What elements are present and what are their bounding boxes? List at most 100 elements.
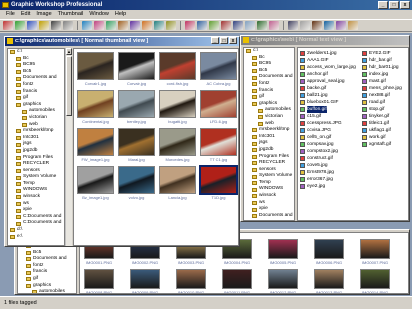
file-list-item[interactable]: next88.gif <box>362 92 402 99</box>
tree-node[interactable]: c:\ <box>244 48 294 55</box>
tree-node[interactable]: automobiles <box>18 289 76 293</box>
file-list-item[interactable]: anchor.gif <box>300 71 356 78</box>
tree-node[interactable]: automobiles <box>8 108 64 115</box>
menu-window[interactable]: Window <box>89 10 109 19</box>
file-list[interactable]: 2welders1.jpg AAA1.GIF access_wom_large.jp… <box>297 47 409 221</box>
tree-node[interactable]: mrsbeerkl/tmp <box>8 128 64 135</box>
file-list-item[interactable]: titleic1.gif <box>362 120 402 127</box>
thumbnail-item[interactable]: volvo.jpg <box>118 166 155 201</box>
tree-node[interactable]: Intc301 <box>244 134 294 141</box>
tree-node[interactable]: fontz <box>244 81 294 88</box>
file-list-item[interactable]: xgmtaft.gif <box>362 141 402 148</box>
tree-node[interactable]: gif <box>8 95 64 102</box>
scroll-up-arrow[interactable]: ▲ <box>66 48 72 55</box>
tree-node[interactable]: ws <box>244 200 294 207</box>
bottom-thumbnail-item[interactable]: IMG0010.PNG <box>176 269 206 293</box>
file-list-item[interactable]: construct.gif <box>300 155 356 162</box>
tree-node[interactable]: automobiles <box>244 107 294 114</box>
tree-scrollbar[interactable]: ▲ <box>65 48 72 246</box>
tree-node[interactable]: francis <box>18 269 76 276</box>
file-list-item[interactable]: ball21.jpg <box>300 92 356 99</box>
close-button[interactable]: x <box>400 1 410 9</box>
tree-node[interactable]: BC95 <box>244 61 294 68</box>
tree-node[interactable]: jpg2db <box>8 148 64 155</box>
file-list-item[interactable]: eye2.jpg <box>300 183 356 190</box>
toolbar-tool-icon[interactable] <box>257 21 267 30</box>
toolbar-tool-icon[interactable] <box>130 21 140 30</box>
tree-node[interactable]: xpie <box>244 206 294 213</box>
toolbar-tool-icon[interactable] <box>209 21 219 30</box>
tree-node[interactable]: winsock <box>8 194 64 201</box>
menu-edit[interactable]: Edit <box>21 10 30 19</box>
file-list-item[interactable]: road.gif <box>362 99 402 106</box>
toolbar-tool-icon[interactable] <box>348 21 358 30</box>
tree-node[interactable]: BC95 <box>8 62 64 69</box>
tree-node[interactable]: System Volume <box>8 174 64 181</box>
thumbnail-item[interactable]: Corvair.jpg <box>118 52 155 87</box>
tree-node[interactable]: mrsbeerkl/tmp <box>244 127 294 134</box>
toolbar-tool-icon[interactable] <box>118 21 128 30</box>
menu-file[interactable]: File <box>6 10 15 19</box>
file-list-item[interactable]: cove5.jpg <box>300 162 356 169</box>
bottom-thumbnail-item[interactable]: IMG0005.PNG <box>268 239 298 267</box>
tree-node[interactable]: Documents and <box>244 74 294 81</box>
file-list-item[interactable]: stop.gif <box>362 106 402 113</box>
minimize-button[interactable]: _ <box>378 1 388 9</box>
tree-node[interactable]: e:\ <box>8 234 64 241</box>
thumbnail-pane[interactable]: Corvair1.jpg Corvair.jpg cord-fish.jpg AC C… <box>73 48 239 246</box>
tree-node[interactable]: c:\ <box>8 49 64 56</box>
child-close-button[interactable]: x <box>229 37 237 44</box>
toolbar-tool-icon[interactable] <box>94 21 104 30</box>
tree-node[interactable]: francis <box>244 88 294 95</box>
bottom-thumbnail-item[interactable]: IMG0006.PNG <box>314 239 344 267</box>
tree-node[interactable]: winsock <box>244 193 294 200</box>
toolbar-tool-icon[interactable] <box>142 21 152 30</box>
thumbnail-item[interactable]: bugatti.jpg <box>159 90 196 125</box>
file-list-item[interactable]: ccesspress.JPG <box>300 120 356 127</box>
tree-node[interactable]: victorian <box>8 115 64 122</box>
thumbnail-item[interactable]: Marai.jpg <box>118 128 155 163</box>
file-list-item[interactable]: approval_seal.jpg <box>300 78 356 85</box>
tree-node[interactable]: Documents and <box>8 75 64 82</box>
file-list-item[interactable]: work.gif <box>362 134 402 141</box>
tree-node[interactable]: RECYCLER <box>244 160 294 167</box>
file-list-item[interactable]: mens_phne.jpg <box>362 85 402 92</box>
bottom-thumbnail-item[interactable]: IMG0014.PNG <box>360 269 390 293</box>
thumbnail-item[interactable]: bentley.jpg <box>118 90 155 125</box>
toolbar-tool-icon[interactable] <box>3 21 13 30</box>
thumbnail-item[interactable]: Bz_image1.jpg <box>77 166 114 201</box>
tree-node[interactable]: Documents and <box>18 256 76 263</box>
tree-node[interactable]: gif <box>244 94 294 101</box>
thumbnail-item[interactable]: T1D.jpg <box>199 165 238 201</box>
toolbar-tool-icon[interactable] <box>221 21 231 30</box>
file-list-item[interactable]: bluebox01.GIF <box>300 99 356 106</box>
tree-node[interactable]: fontz <box>8 82 64 89</box>
tree-node[interactable]: francis <box>8 89 64 96</box>
bottom-thumbnail-item[interactable]: IMG0013.PNG <box>314 269 344 293</box>
tree-node[interactable]: jsgs <box>8 141 64 148</box>
thumbnail-item[interactable]: cord-fish.jpg <box>159 52 196 87</box>
toolbar-tool-icon[interactable] <box>15 21 25 30</box>
toolbar-tool-icon[interactable] <box>185 21 195 30</box>
scroll-thumb[interactable] <box>66 56 72 116</box>
toolbar-tool-icon[interactable] <box>39 21 49 30</box>
toolbar-tool-icon[interactable] <box>269 21 279 30</box>
toolbar-tool-icon[interactable] <box>82 21 92 30</box>
file-list-item[interactable]: 2welders1.jpg <box>300 50 356 57</box>
file-list-item[interactable]: access_wom_large.jpg <box>300 64 356 71</box>
thumbnail-folder-tree[interactable]: c:\ Bc BC95 Bc5 Documents and fontz francis gif… <box>7 48 65 246</box>
thumbnail-view-window[interactable]: c:\graphics\automobiles\ [ Normal thumbn… <box>4 36 240 247</box>
toolbar-tool-icon[interactable] <box>106 21 116 30</box>
tree-node[interactable]: ws <box>8 201 64 208</box>
bottom-thumbnail-item[interactable]: IMG0008.PNG <box>84 269 114 293</box>
tree-node[interactable]: Documents and <box>244 213 294 220</box>
tree-node[interactable]: gif <box>18 276 76 283</box>
bottom-thumbnail-item[interactable]: IMG0011.PNG <box>222 269 252 293</box>
tree-node[interactable]: RECYCLER <box>8 161 64 168</box>
toolbar-tool-icon[interactable] <box>154 21 164 30</box>
file-list-item[interactable]: Ernst978.jpg <box>300 169 356 176</box>
tree-node[interactable]: xpie <box>8 207 64 214</box>
file-list-item[interactable]: hdr_bar.gif <box>362 57 402 64</box>
toolbar-tool-icon[interactable] <box>245 21 255 30</box>
file-list-item[interactable]: compstox2.jpg <box>300 148 356 155</box>
